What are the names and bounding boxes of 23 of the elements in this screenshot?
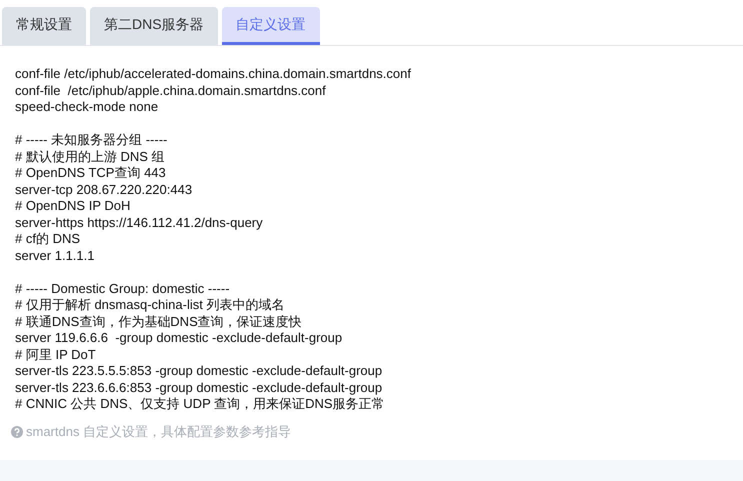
code-line: # ----- Domestic Group: domestic ----- — [15, 280, 231, 297]
code-line: # CNNIC 公共 DNS、仅支持 UDP 查询，用来保证DNS服务正常 — [15, 396, 386, 412]
help-icon — [11, 426, 23, 438]
tab[interactable]: 常规设置 — [2, 7, 86, 45]
help-text: smartdns 自定义设置，具体配置参数参考指导 — [26, 422, 292, 440]
code-line: server-https https://146.112.41.2/dns-query — [15, 214, 264, 231]
code-line: server-tls 223.5.5.5:853 -group domestic -exclude-default-group — [15, 363, 384, 380]
tab[interactable]: 第二DNS服务器 — [90, 7, 218, 45]
code-line: # 默认使用的上游 DNS 组 — [15, 148, 166, 165]
code-line: # 阿里 IP DoT — [15, 346, 97, 363]
code-line: # 联通DNS查询，作为基础DNS查询，保证速度快 — [15, 314, 303, 330]
code-line: server-tcp 208.67.220.220:443 — [15, 182, 194, 198]
code-line: # OpenDNS IP DoH — [15, 198, 132, 214]
code-line: conf-file /etc/iphub/apple.china.domain.smartdns.conf — [15, 82, 327, 99]
code-line: conf-file /etc/iphub/accelerated-domains.china.domain.smartdns.conf — [15, 66, 412, 82]
code-line: server-tls 223.6.6.6:853 -group domestic -exclude-default-group — [15, 380, 384, 396]
code-line: # cf的 DNS — [15, 231, 82, 248]
code-line: # ----- 未知服务器分组 ----- — [15, 132, 168, 148]
code-line: server 1.1.1.1 — [15, 248, 96, 264]
code-line: speed-check-mode none — [15, 99, 160, 116]
code-line: # OpenDNS TCP查询 443 — [15, 165, 167, 182]
code-line: # 仅用于解析 dnsmasq-china-list 列表中的域名 — [15, 297, 286, 314]
code-line: server 119.6.6.6 -group domestic -exclude-default-group — [15, 330, 344, 346]
